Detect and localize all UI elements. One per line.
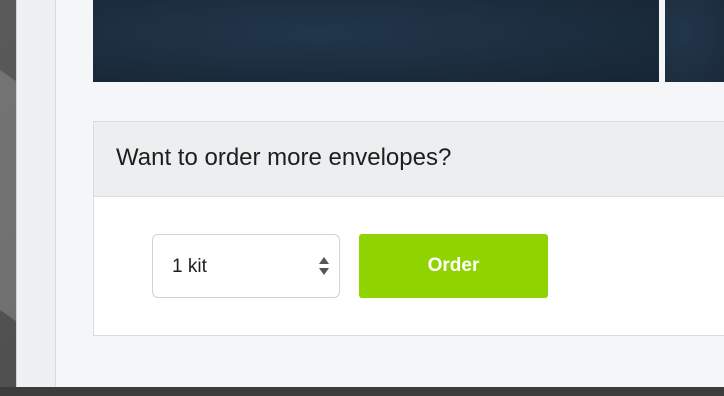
panel-title: Want to order more envelopes? <box>116 144 452 171</box>
hero-banner-image-secondary <box>665 0 724 82</box>
left-gutter <box>17 0 56 387</box>
panel-header: Want to order more envelopes? <box>94 122 724 197</box>
order-envelopes-panel: Want to order more envelopes? 1 kit Orde… <box>93 121 724 336</box>
bottom-edge <box>0 387 724 396</box>
order-button[interactable]: Order <box>359 234 548 298</box>
hero-banner-image <box>93 0 659 82</box>
quantity-select[interactable]: 1 kit <box>152 234 340 298</box>
quantity-selected-value: 1 kit <box>172 256 207 277</box>
select-arrows-icon <box>319 257 329 277</box>
